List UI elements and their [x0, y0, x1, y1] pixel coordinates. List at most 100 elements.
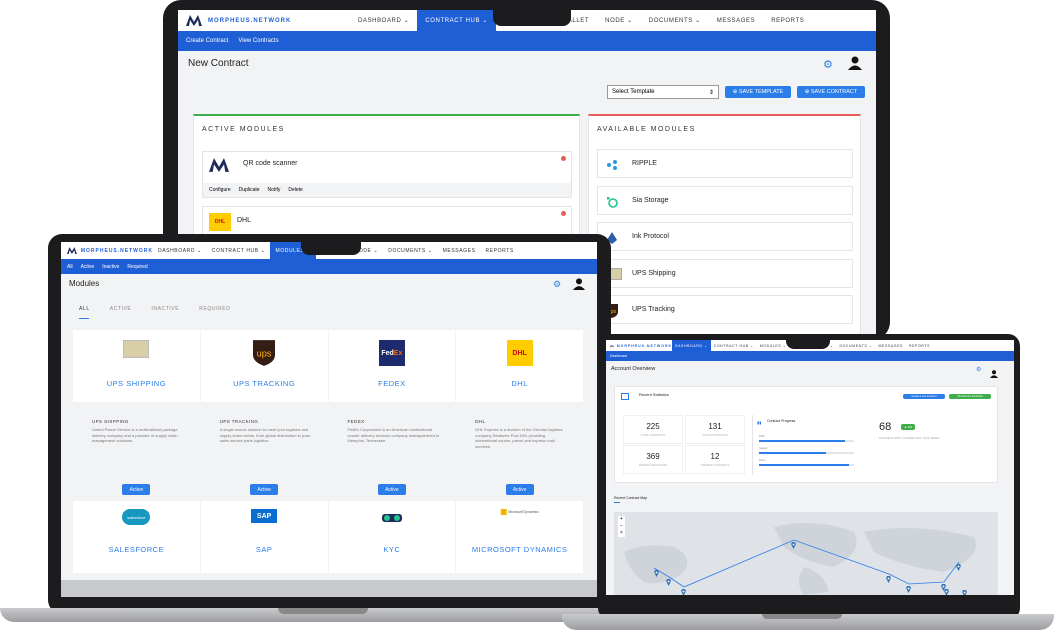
subnav-inactive[interactable]: Inactive: [102, 264, 119, 270]
main-subnav: Create Contract View Contracts: [178, 31, 876, 51]
subnav-dashboard[interactable]: Dashboard: [610, 354, 627, 358]
user-avatar-icon[interactable]: [573, 277, 585, 295]
logo-text: SAP: [256, 512, 272, 520]
available-module-card[interactable]: UPS Shipping: [597, 258, 853, 288]
module-description-tile: DHL DHL Express is a division of the Germ…: [456, 403, 583, 500]
subnav-active[interactable]: Active: [81, 264, 95, 270]
gear-icon[interactable]: ⚙: [823, 58, 833, 71]
map-pin-icon[interactable]: [681, 583, 686, 595]
create-contract-button[interactable]: Create a new Contract: [903, 394, 945, 399]
save-contract-button[interactable]: ⊕ SAVE CONTRACT: [797, 86, 865, 98]
status-active-button[interactable]: Active: [122, 484, 151, 495]
camera-notch: [301, 242, 361, 255]
status-active-button[interactable]: Active: [250, 484, 279, 495]
module-tile[interactable]: KYC: [328, 501, 456, 573]
tab-required[interactable]: REQUIRED: [199, 306, 230, 312]
nav-item[interactable]: MESSAGES: [709, 10, 763, 31]
nav-item[interactable]: REPORTS: [481, 242, 519, 259]
nav-item[interactable]: MESSAGES: [438, 242, 481, 259]
stat-label: OVERDUE CONTRACTS: [700, 464, 730, 467]
user-avatar-icon[interactable]: [990, 365, 998, 383]
gear-icon[interactable]: ⚙: [976, 366, 981, 373]
map-pin-icon[interactable]: [791, 536, 796, 549]
progress-label: Draft: [759, 435, 765, 438]
module-tile[interactable]: Microsoft Dynamics MICROSOFT DYNAMICS: [456, 501, 583, 573]
nav-item[interactable]: CONTRACT HUB ⌄: [207, 242, 271, 259]
select-template-value: Select Template: [612, 89, 655, 95]
save-template-button[interactable]: ⊕ SAVE TEMPLATE: [725, 86, 791, 98]
module-tile[interactable]: salesforce SALESFORCE: [73, 501, 200, 573]
notify-action[interactable]: Notify: [268, 187, 281, 193]
progress-section: ▮▮ Contract Progress Draft Signed Done: [752, 415, 860, 475]
configure-action[interactable]: Configure: [209, 187, 231, 193]
map-reset-button[interactable]: ×: [618, 530, 625, 537]
nav-item[interactable]: NODE ⌄: [597, 10, 641, 31]
subnav-create-contract[interactable]: Create Contract: [186, 38, 228, 44]
camera-notch: [493, 10, 571, 26]
brand-logo[interactable]: MORPHEUS.NETWORK: [61, 246, 153, 255]
nav-item[interactable]: DOCUMENTS ⌄: [836, 340, 875, 351]
module-tile[interactable]: DHL DHL: [456, 330, 583, 402]
progress-track: [759, 452, 854, 454]
available-module-card[interactable]: ups UPS Tracking: [597, 295, 853, 324]
map-pin-icon[interactable]: [654, 564, 659, 577]
status-active-button[interactable]: Active: [505, 484, 534, 495]
map-zoom-out-button[interactable]: −: [618, 523, 625, 530]
stat-label: PENDING SIGNATURES: [638, 464, 668, 467]
brand-logo[interactable]: MORPHEUS.NETWORK: [606, 343, 672, 349]
contract-map[interactable]: + − ×: [614, 512, 998, 595]
subnav-all[interactable]: All: [67, 264, 73, 270]
map-pin-icon[interactable]: [666, 573, 671, 586]
nav-item[interactable]: DASHBOARD ⌄: [350, 10, 417, 31]
view-contracts-button[interactable]: View Recent Contracts: [949, 394, 991, 399]
map-pin-icon[interactable]: [886, 570, 891, 583]
nav-item[interactable]: MESSAGES: [876, 340, 906, 351]
map-pin-icon[interactable]: [944, 583, 949, 595]
module-title: KYC: [383, 545, 401, 554]
tab-active[interactable]: ACTIVE: [110, 306, 132, 312]
module-tile[interactable]: UPS SHIPPING: [73, 330, 200, 402]
stat-value: 369: [646, 452, 660, 461]
available-module-card[interactable]: Sia Storage: [597, 185, 853, 215]
map-pin-icon[interactable]: [956, 558, 961, 571]
available-module-card[interactable]: RIPPLE: [597, 149, 853, 178]
module-title: UPS SHIPPING: [106, 379, 167, 388]
tab-inactive[interactable]: INACTIVE: [151, 306, 179, 312]
tab-all[interactable]: ALL: [79, 306, 90, 312]
module-tile[interactable]: ups UPS TRACKING: [200, 330, 328, 402]
map-pin-icon[interactable]: [906, 580, 911, 593]
module-card-qr[interactable]: QR code scanner Configure Duplicate Noti…: [202, 151, 572, 198]
user-avatar-icon[interactable]: [848, 56, 862, 75]
stat-tile: 12 OVERDUE CONTRACTS: [685, 445, 745, 474]
nav-item[interactable]: DASHBOARD ⌄: [153, 242, 207, 259]
ups-shipping-logo: [123, 340, 150, 358]
gear-icon[interactable]: ⚙: [553, 279, 561, 290]
nav-item[interactable]: DOCUMENTS ⌄: [641, 10, 709, 31]
nav-item[interactable]: CONTRACT HUB ⌄: [417, 10, 496, 31]
select-template-dropdown[interactable]: Select Template ⇕: [607, 85, 719, 99]
module-tile[interactable]: Fed Ex FEDEX: [328, 330, 456, 402]
nav-item[interactable]: DOCUMENTS ⌄: [383, 242, 437, 259]
delete-action[interactable]: Delete: [288, 187, 302, 193]
stat-value: 131: [708, 422, 722, 431]
map-pin-icon[interactable]: [962, 584, 967, 595]
nav-item[interactable]: MODULES ⌄: [757, 340, 790, 351]
subnav-required[interactable]: Required: [127, 264, 147, 270]
big-number-label: CONNECTIONS CONNECTED THIS WEEK: [879, 437, 940, 440]
duplicate-action[interactable]: Duplicate: [239, 187, 260, 193]
nav-item[interactable]: REPORTS: [906, 340, 933, 351]
page-title: New Contract: [188, 58, 249, 69]
module-desc-title: DHL: [475, 419, 486, 424]
brand-logo[interactable]: MORPHEUS.NETWORK: [178, 15, 350, 26]
camera-notch: [786, 340, 830, 349]
nav-item[interactable]: CONTRACT HUB ⌄: [711, 340, 757, 351]
map-zoom-in-button[interactable]: +: [618, 516, 625, 523]
module-tile[interactable]: SAP SAP: [200, 501, 328, 573]
nav-item[interactable]: DASHBOARD ⌄: [672, 340, 711, 351]
stat-tile: 369 PENDING SIGNATURES: [623, 445, 683, 474]
nav-item[interactable]: REPORTS: [763, 10, 812, 31]
subnav-view-contracts[interactable]: View Contracts: [238, 38, 278, 44]
chart-icon: [621, 393, 629, 400]
available-module-card[interactable]: Ink Protocol: [597, 222, 853, 251]
status-active-button[interactable]: Active: [377, 484, 406, 495]
